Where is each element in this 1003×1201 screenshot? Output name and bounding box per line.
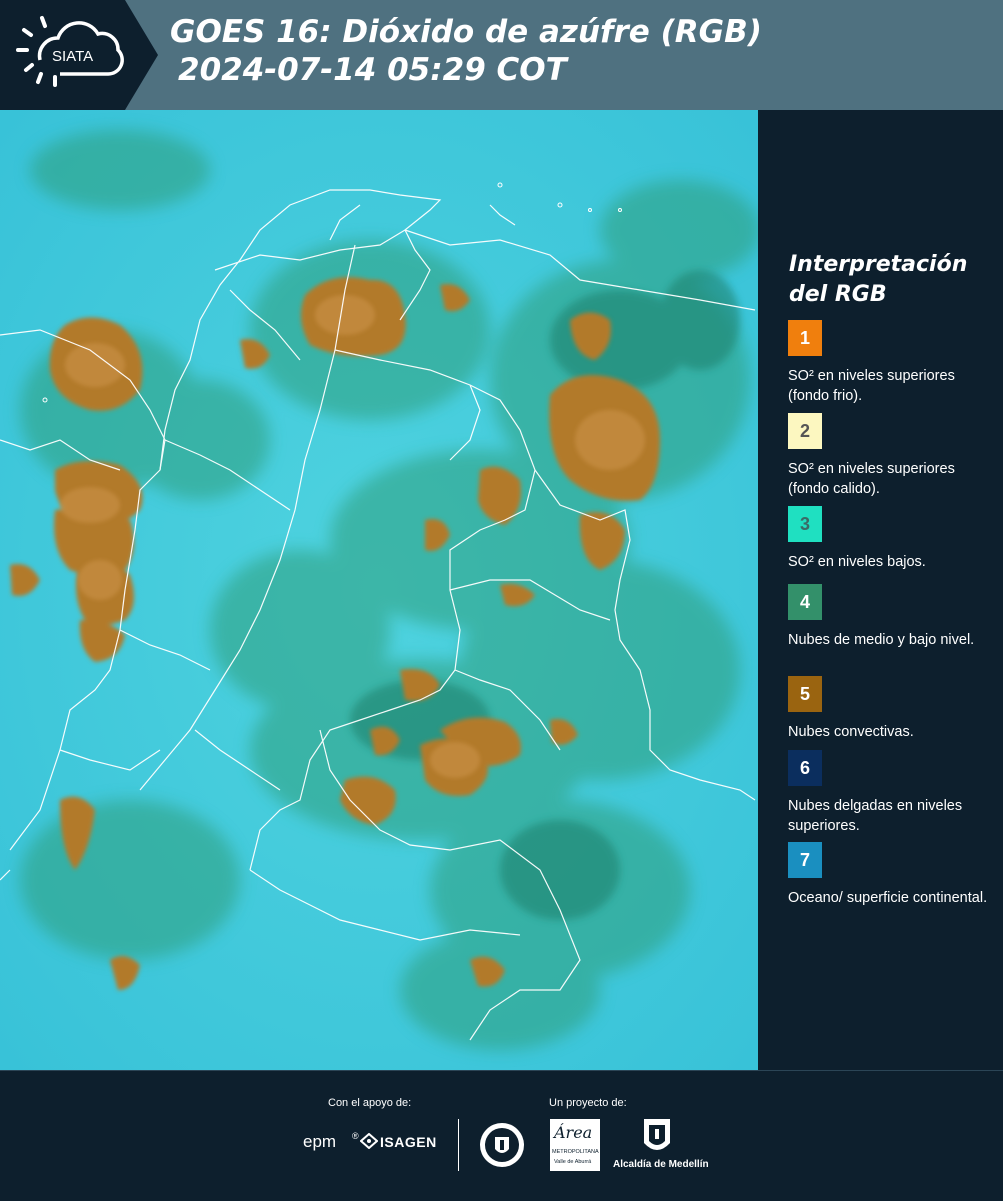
legend-label-4: Nubes de medio y bajo nivel. <box>788 632 975 648</box>
legend-label-1: SO² en niveles superiores (fondo frio). <box>788 368 955 404</box>
university-seal-icon <box>478 1121 526 1173</box>
area-sub: METROPOLITANA <box>552 1149 599 1155</box>
legend-item-4: 4 Nubes de medio y bajo nivel. <box>788 584 998 650</box>
footer-divider <box>458 1119 459 1171</box>
legend-swatch-4: 4 <box>788 584 822 620</box>
legend-item-2: 2 SO² en niveles superiores (fondo calid… <box>788 413 998 499</box>
legend-panel: Interpretación del RGB 1 SO² en niveles … <box>760 110 1003 1070</box>
satellite-map <box>0 110 758 1070</box>
legend-swatch-1: 1 <box>788 320 822 356</box>
legend-swatch-2: 2 <box>788 413 822 449</box>
legend-item-6: 6 Nubes delgadas en niveles superiores. <box>788 750 998 836</box>
alcaldia-label: Alcaldía de Medellín <box>613 1159 709 1170</box>
area-sub2: Valle de Aburrá <box>554 1159 592 1165</box>
legend-label-5: Nubes convectivas. <box>788 724 914 740</box>
legend-label-2: SO² en niveles superiores (fondo calido)… <box>788 461 955 497</box>
legend-label-7: Oceano/ superficie continental. <box>788 890 988 906</box>
legend-swatch-7: 7 <box>788 842 822 878</box>
support-label: Con el apoyo de: <box>328 1097 412 1109</box>
legend-label-3: SO² en niveles bajos. <box>788 554 926 570</box>
timestamp: 2024-07-14 05:29 COT <box>178 52 567 88</box>
page-title: GOES 16: Dióxido de azúfre (RGB) <box>170 14 762 50</box>
epm-logo: epm <box>303 1132 337 1151</box>
isagen-logo: ISAGEN <box>380 1134 437 1150</box>
legend-swatch-6: 6 <box>788 750 822 786</box>
header: SIATA GOES 16: Dióxido de azúfre (RGB) 2… <box>0 0 1003 110</box>
footer: Con el apoyo de: Un proyecto de: epm ® I… <box>0 1070 1003 1201</box>
isagen-icon <box>359 1132 379 1153</box>
area-metropolitana-logo: Área METROPOLITANA Valle de Aburrá <box>550 1119 600 1171</box>
legend-swatch-3: 3 <box>788 506 822 542</box>
area-brand: Área <box>554 1123 593 1142</box>
legend-swatch-5: 5 <box>788 676 822 712</box>
siata-logo-text: SIATA <box>52 48 93 65</box>
alcaldia-shield-icon <box>642 1117 672 1161</box>
legend-item-1: 1 SO² en niveles superiores (fondo frio)… <box>788 320 998 406</box>
legend-label-6: Nubes delgadas en niveles superiores. <box>788 798 963 834</box>
epm-reg-mark: ® <box>352 1131 359 1141</box>
legend-item-7: 7 Oceano/ superficie continental. <box>788 842 998 908</box>
siata-logo: SIATA <box>0 0 158 110</box>
legend-item-3: 3 SO² en niveles bajos. <box>788 506 998 572</box>
legend-title: Interpretación del RGB <box>789 252 968 307</box>
legend-item-5: 5 Nubes convectivas. <box>788 676 998 742</box>
project-label: Un proyecto de: <box>549 1097 627 1109</box>
